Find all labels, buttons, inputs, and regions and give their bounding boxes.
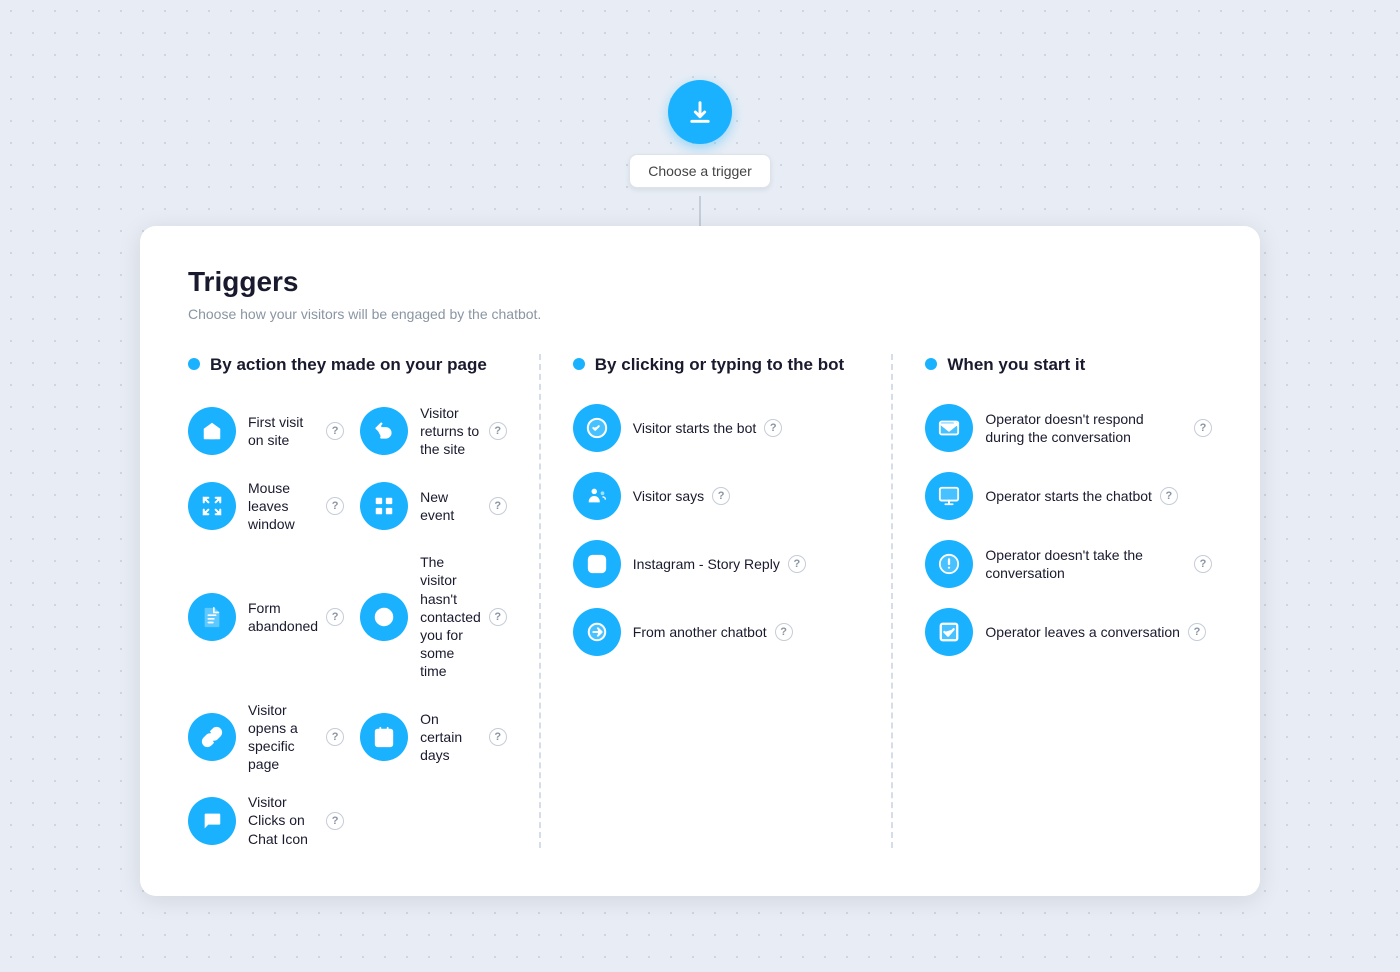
visitor-clicks-icon [188,797,236,845]
arrow-down-icon [686,98,714,126]
certain-days-label: On certain days [420,710,481,765]
column-dot-by-action [188,358,200,370]
trigger-item-visitor-returns[interactable]: Visitor returns to the site ? [360,404,507,459]
visitor-opens-label: Visitor opens a specific page [248,701,318,774]
instagram-story-icon [573,540,621,588]
form-abandoned-label: Form abandoned [248,599,318,635]
column-by-clicking: By clicking or typing to the bot Visitor… [573,354,894,848]
trigger-item-operator-no-respond[interactable]: Operator doesn't respond during the conv… [925,404,1212,452]
operator-leaves-help[interactable]: ? [1188,623,1206,641]
instagram-story-help[interactable]: ? [788,555,806,573]
columns-wrapper: By action they made on your page First v… [188,354,1212,848]
column-header-by-action: By action they made on your page [188,354,507,376]
trigger-item-first-visit[interactable]: First visit on site ? [188,404,344,459]
trigger-item-not-contacted[interactable]: The visitor hasn't contacted you for som… [360,553,507,680]
visitor-returns-label: Visitor returns to the site [420,404,481,459]
visitor-clicks-label: Visitor Clicks on Chat Icon [248,793,318,848]
first-visit-icon [188,407,236,455]
column-when-you-start: When you start it Operator doesn't respo… [925,354,1212,848]
operator-no-take-icon [925,540,973,588]
visitor-says-help[interactable]: ? [712,487,730,505]
first-visit-label: First visit on site [248,413,318,449]
new-event-help[interactable]: ? [489,497,507,515]
visitor-starts-bot-label: Visitor starts the bot [633,419,756,437]
form-abandoned-help[interactable]: ? [326,608,344,626]
operator-no-respond-help[interactable]: ? [1194,419,1212,437]
not-contacted-help[interactable]: ? [489,608,507,626]
new-event-label: New event [420,488,481,524]
from-another-chatbot-help[interactable]: ? [775,623,793,641]
triggers-single-by-clicking: Visitor starts the bot ? Visitor says ? [573,404,860,656]
visitor-opens-icon [188,713,236,761]
visitor-starts-bot-help[interactable]: ? [764,419,782,437]
operator-starts-chatbot-label: Operator starts the chatbot [985,487,1152,505]
trigger-item-new-event[interactable]: New event ? [360,479,507,534]
column-header-when-you-start: When you start it [925,354,1212,376]
triggers-single-when-you-start: Operator doesn't respond during the conv… [925,404,1212,656]
visitor-starts-bot-icon [573,404,621,452]
visitor-opens-help[interactable]: ? [326,728,344,746]
first-visit-help[interactable]: ? [326,422,344,440]
not-contacted-icon [360,593,408,641]
trigger-item-instagram-story[interactable]: Instagram - Story Reply ? [573,540,860,588]
from-another-chatbot-icon [573,608,621,656]
mouse-leaves-icon [188,482,236,530]
new-event-icon [360,482,408,530]
trigger-item-visitor-says[interactable]: Visitor says ? [573,472,860,520]
not-contacted-label: The visitor hasn't contacted you for som… [420,553,481,680]
trigger-item-operator-no-take[interactable]: Operator doesn't take the conversation ? [925,540,1212,588]
column-dot-by-clicking [573,358,585,370]
visitor-says-icon [573,472,621,520]
operator-no-respond-label: Operator doesn't respond during the conv… [985,410,1186,446]
operator-no-respond-icon [925,404,973,452]
trigger-item-visitor-starts-bot[interactable]: Visitor starts the bot ? [573,404,860,452]
mouse-leaves-help[interactable]: ? [326,497,344,515]
visitor-says-label: Visitor says [633,487,704,505]
instagram-story-label: Instagram - Story Reply [633,555,780,573]
operator-no-take-help[interactable]: ? [1194,555,1212,573]
trigger-item-visitor-clicks[interactable]: Visitor Clicks on Chat Icon ? [188,793,344,848]
certain-days-help[interactable]: ? [489,728,507,746]
column-title-by-action: By action they made on your page [210,354,487,376]
operator-leaves-icon [925,608,973,656]
card-subtitle: Choose how your visitors will be engaged… [188,306,1212,322]
triggers-grid-by-action: First visit on site ? Visitor returns to… [188,404,507,848]
connector-line [699,196,701,226]
trigger-item-mouse-leaves[interactable]: Mouse leaves window ? [188,479,344,534]
trigger-item-operator-starts-chatbot[interactable]: Operator starts the chatbot ? [925,472,1212,520]
column-title-when-you-start: When you start it [947,354,1085,376]
column-header-by-clicking: By clicking or typing to the bot [573,354,860,376]
triggers-card: Triggers Choose how your visitors will b… [140,226,1260,896]
column-by-action: By action they made on your page First v… [188,354,541,848]
trigger-item-operator-leaves[interactable]: Operator leaves a conversation ? [925,608,1212,656]
card-title: Triggers [188,266,1212,298]
column-title-by-clicking: By clicking or typing to the bot [595,354,844,376]
certain-days-icon [360,713,408,761]
column-dot-when-you-start [925,358,937,370]
form-abandoned-icon [188,593,236,641]
mouse-leaves-label: Mouse leaves window [248,479,318,534]
operator-leaves-label: Operator leaves a conversation [985,623,1180,641]
from-another-chatbot-label: From another chatbot [633,623,767,641]
visitor-clicks-help[interactable]: ? [326,812,344,830]
trigger-item-from-another-chatbot[interactable]: From another chatbot ? [573,608,860,656]
trigger-circle-button[interactable] [668,80,732,144]
operator-no-take-label: Operator doesn't take the conversation [985,546,1186,582]
choose-trigger-label: Choose a trigger [629,154,771,188]
operator-starts-chatbot-help[interactable]: ? [1160,487,1178,505]
trigger-item-form-abandoned[interactable]: Form abandoned ? [188,553,344,680]
trigger-button-wrapper: Choose a trigger [629,80,771,188]
visitor-returns-help[interactable]: ? [489,422,507,440]
trigger-item-certain-days[interactable]: On certain days ? [360,701,507,774]
visitor-returns-icon [360,407,408,455]
operator-starts-chatbot-icon [925,472,973,520]
trigger-item-visitor-opens[interactable]: Visitor opens a specific page ? [188,701,344,774]
